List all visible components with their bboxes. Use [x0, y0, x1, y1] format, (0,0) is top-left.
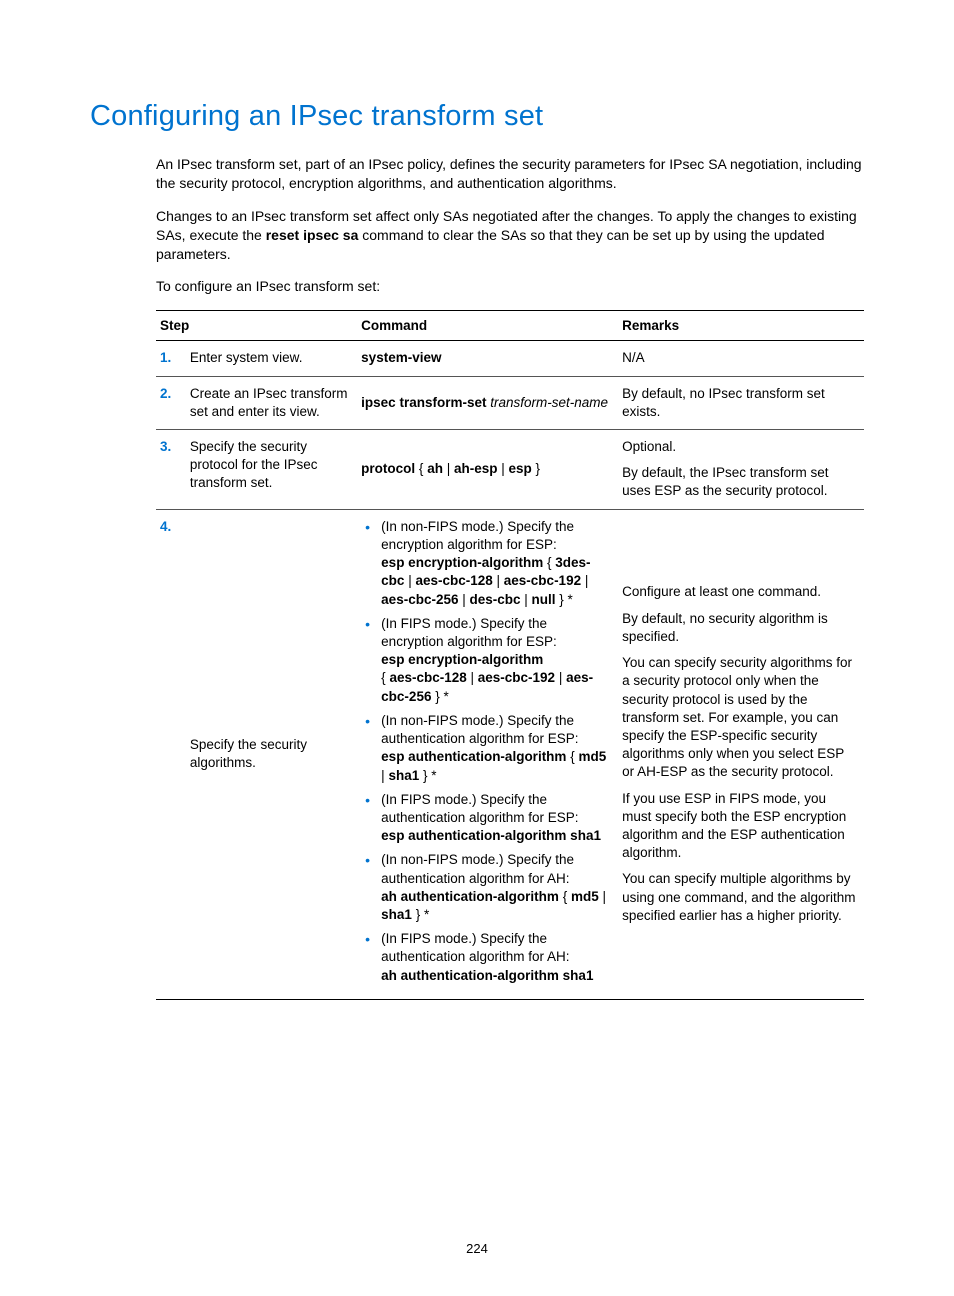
command: ipsec transform-set: [361, 395, 486, 410]
page-number: 224: [0, 1241, 954, 1256]
remark-text: You can specify multiple algorithms by u…: [622, 870, 856, 925]
text: } *: [556, 592, 573, 607]
keyword: ah: [427, 461, 443, 476]
command-cell: ipsec transform-set transform-set-name: [357, 376, 618, 429]
step-text: Enter system view.: [186, 341, 357, 376]
command-cell: (In non-FIPS mode.) Specify the encrypti…: [357, 509, 618, 999]
keyword: sha1: [388, 768, 419, 783]
keyword: aes-cbc-192: [478, 670, 555, 685]
step-number: 4.: [156, 509, 186, 999]
command-arg: transform-set-name: [486, 395, 608, 410]
keyword: aes-cbc-128: [415, 573, 492, 588]
text: |: [497, 461, 508, 476]
text: |: [404, 573, 415, 588]
list-item: (In non-FIPS mode.) Specify the authenti…: [379, 712, 610, 785]
table-row: 4. Specify the security algorithms. (In …: [156, 509, 864, 999]
command: esp encryption-algorithm: [381, 555, 543, 570]
remark-text: You can specify security algorithms for …: [622, 654, 856, 782]
header-remarks: Remarks: [618, 311, 864, 341]
step-number: 3.: [156, 430, 186, 510]
text: (In FIPS mode.) Specify the authenticati…: [381, 931, 569, 964]
remark-text: Optional.: [622, 438, 856, 456]
keyword: md5: [578, 749, 606, 764]
command: esp authentication-algorithm sha1: [381, 828, 601, 843]
command: esp authentication-algorithm: [381, 749, 566, 764]
keyword: esp: [509, 461, 532, 476]
step-text: Specify the security protocol for the IP…: [186, 430, 357, 510]
step-number: 2.: [156, 376, 186, 429]
text: (In non-FIPS mode.) Specify the authenti…: [381, 713, 578, 746]
text: |: [458, 592, 469, 607]
keyword: sha1: [381, 907, 412, 922]
header-command: Command: [357, 311, 618, 341]
table-row: 2. Create an IPsec transform set and ent…: [156, 376, 864, 429]
text: |: [493, 573, 504, 588]
remark-text: Configure at least one command.: [622, 583, 856, 601]
text: |: [555, 670, 566, 685]
text: |: [521, 592, 532, 607]
remark-text: If you use ESP in FIPS mode, you must sp…: [622, 790, 856, 863]
text: |: [443, 461, 454, 476]
keyword: md5: [571, 889, 599, 904]
header-step: Step: [156, 311, 357, 341]
list-item: (In non-FIPS mode.) Specify the encrypti…: [379, 518, 610, 609]
text: {: [415, 461, 427, 476]
keyword: aes-cbc-256: [381, 592, 458, 607]
command-name: reset ipsec sa: [266, 227, 359, 243]
text: (In FIPS mode.) Specify the authenticati…: [381, 792, 578, 825]
text: |: [581, 573, 588, 588]
command: protocol: [361, 461, 415, 476]
list-item: (In non-FIPS mode.) Specify the authenti…: [379, 851, 610, 924]
keyword: ah-esp: [454, 461, 498, 476]
text: }: [532, 461, 540, 476]
remark-text: By default, the IPsec transform set uses…: [622, 464, 856, 500]
command: system-view: [361, 350, 441, 365]
command-cell: system-view: [357, 341, 618, 376]
remarks-cell: By default, no IPsec transform set exist…: [618, 376, 864, 429]
remark-text: By default, no security algorithm is spe…: [622, 610, 856, 646]
page-heading: Configuring an IPsec transform set: [90, 100, 864, 133]
keyword: des-cbc: [470, 592, 521, 607]
text: |: [467, 670, 478, 685]
table-row: 3. Specify the security protocol for the…: [156, 430, 864, 510]
step-number: 1.: [156, 341, 186, 376]
list-item: (In FIPS mode.) Specify the encryption a…: [379, 615, 610, 706]
step-text: Create an IPsec transform set and enter …: [186, 376, 357, 429]
command: esp encryption-algorithm: [381, 652, 543, 667]
text: {: [559, 889, 571, 904]
text: (In non-FIPS mode.) Specify the authenti…: [381, 852, 574, 885]
config-steps-table: Step Command Remarks 1. Enter system vie…: [156, 310, 864, 1000]
text: {: [566, 749, 578, 764]
keyword: aes-cbc-192: [504, 573, 581, 588]
text: |: [599, 889, 606, 904]
remarks-cell: Configure at least one command. By defau…: [618, 509, 864, 999]
text: {: [543, 555, 555, 570]
text: (In non-FIPS mode.) Specify the encrypti…: [381, 519, 574, 552]
list-item: (In FIPS mode.) Specify the authenticati…: [379, 930, 610, 985]
step-text: Specify the security algorithms.: [186, 509, 357, 999]
command: ah authentication-algorithm sha1: [381, 968, 593, 983]
table-row: 1. Enter system view. system-view N/A: [156, 341, 864, 376]
intro-paragraph-2: Changes to an IPsec transform set affect…: [156, 207, 864, 264]
text: } *: [412, 907, 429, 922]
text: } *: [431, 689, 448, 704]
command-cell: protocol { ah | ah-esp | esp }: [357, 430, 618, 510]
list-item: (In FIPS mode.) Specify the authenticati…: [379, 791, 610, 846]
command: ah authentication-algorithm: [381, 889, 559, 904]
remarks-cell: N/A: [618, 341, 864, 376]
intro-paragraph-1: An IPsec transform set, part of an IPsec…: [156, 155, 864, 193]
remarks-cell: Optional. By default, the IPsec transfor…: [618, 430, 864, 510]
text: (In FIPS mode.) Specify the encryption a…: [381, 616, 557, 649]
text: } *: [419, 768, 436, 783]
keyword: aes-cbc-128: [389, 670, 466, 685]
keyword: null: [532, 592, 556, 607]
intro-paragraph-3: To configure an IPsec transform set:: [156, 277, 864, 296]
